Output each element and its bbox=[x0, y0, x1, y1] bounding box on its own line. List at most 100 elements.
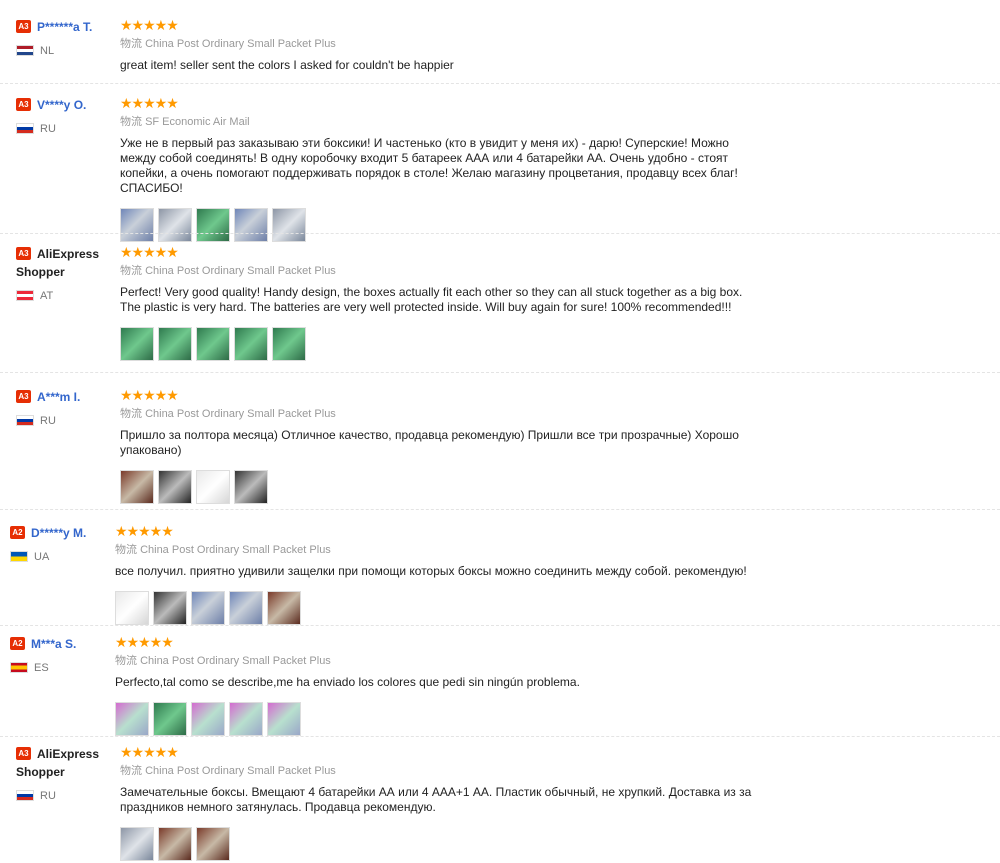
buyer-level-badge: A2 bbox=[10, 526, 25, 540]
country-code: UA bbox=[34, 551, 50, 563]
country-code: RU bbox=[40, 415, 56, 427]
review-photo-thumbnail[interactable] bbox=[191, 591, 225, 625]
shipping-label: 物流 bbox=[120, 116, 142, 128]
shipping-method: China Post Ordinary Small Packet Plus bbox=[145, 265, 336, 277]
review-photo-thumbnail[interactable] bbox=[272, 208, 306, 242]
review-item: A3 V****y O. RU ★★★★★ 物流 SF Economic Air … bbox=[0, 96, 1000, 242]
review-photo-thumbnail[interactable] bbox=[120, 827, 154, 861]
review-photo-thumbnail[interactable] bbox=[196, 827, 230, 861]
shipping-method: China Post Ordinary Small Packet Plus bbox=[145, 765, 336, 777]
review-item: A3 AliExpress Shopper RU ★★★★★ 物流 China P… bbox=[0, 745, 1000, 861]
country-code: RU bbox=[40, 790, 56, 802]
review-photo-thumbnail[interactable] bbox=[196, 327, 230, 361]
review-photo-thumbnail[interactable] bbox=[234, 208, 268, 242]
review-content: ★★★★★ 物流 China Post Ordinary Small Packe… bbox=[120, 388, 760, 506]
reviewer-name[interactable]: D*****y M. bbox=[31, 526, 86, 540]
reviewer-name[interactable]: M***a S. bbox=[31, 637, 76, 651]
review-photos bbox=[120, 470, 760, 506]
review-text: Пришло за полтора месяца) Отличное качес… bbox=[120, 428, 739, 457]
shipping-info: 物流 China Post Ordinary Small Packet Plus bbox=[120, 408, 760, 421]
at-flag-icon bbox=[16, 290, 34, 301]
shipping-label: 物流 bbox=[120, 408, 142, 420]
review-photo-thumbnail[interactable] bbox=[234, 470, 268, 504]
review-item: A3 AliExpress Shopper AT ★★★★★ 物流 China P… bbox=[0, 245, 1000, 373]
review-item: A3 A***m I. RU ★★★★★ 物流 China Post Ordina… bbox=[0, 388, 1000, 510]
review-content: ★★★★★ 物流 China Post Ordinary Small Packe… bbox=[120, 245, 760, 363]
review-item: A2 D*****y M. UA ★★★★★ 物流 China Post Ordi… bbox=[0, 524, 1000, 626]
ru-flag-icon bbox=[16, 790, 34, 801]
shipping-info: 物流 SF Economic Air Mail bbox=[120, 116, 760, 129]
reviewer-info: A3 V****y O. RU bbox=[16, 96, 112, 135]
review-text: Замечательные боксы. Вмещают 4 батарейки… bbox=[120, 785, 752, 814]
review-content: ★★★★★ 物流 China Post Ordinary Small Packe… bbox=[120, 745, 760, 863]
review-photo-thumbnail[interactable] bbox=[120, 208, 154, 242]
reviewer-info: A3 AliExpress Shopper RU bbox=[16, 745, 112, 802]
review-text: Perfect! Very good quality! Handy design… bbox=[120, 285, 743, 314]
review-content: ★★★★★ 物流 China Post Ordinary Small Packe… bbox=[115, 524, 755, 627]
review-photo-thumbnail[interactable] bbox=[153, 591, 187, 625]
review-item: A3 P******a T. NL ★★★★★ 物流 China Post Ord… bbox=[0, 17, 1000, 84]
review-photo-thumbnail[interactable] bbox=[153, 702, 187, 736]
rating-stars: ★★★★★ bbox=[120, 95, 179, 111]
review-photo-thumbnail[interactable] bbox=[196, 208, 230, 242]
review-photo-thumbnail[interactable] bbox=[158, 327, 192, 361]
shipping-info: 物流 China Post Ordinary Small Packet Plus bbox=[120, 38, 760, 51]
shipping-method: China Post Ordinary Small Packet Plus bbox=[140, 544, 331, 556]
review-photo-thumbnail[interactable] bbox=[120, 470, 154, 504]
rating-stars: ★★★★★ bbox=[120, 244, 179, 260]
reviewer-country: ES bbox=[10, 662, 106, 674]
review-photos bbox=[115, 591, 755, 627]
reviewer-info: A2 D*****y M. UA bbox=[10, 524, 106, 563]
shipping-info: 物流 China Post Ordinary Small Packet Plus bbox=[120, 265, 760, 278]
rating-stars: ★★★★★ bbox=[115, 634, 174, 650]
shipping-info: 物流 China Post Ordinary Small Packet Plus bbox=[115, 544, 755, 557]
review-photo-thumbnail[interactable] bbox=[115, 591, 149, 625]
rating-stars: ★★★★★ bbox=[120, 17, 179, 33]
shipping-label: 物流 bbox=[120, 765, 142, 777]
reviewer-name[interactable]: A***m I. bbox=[37, 390, 80, 404]
buyer-level-badge: A3 bbox=[16, 20, 31, 34]
shipping-label: 物流 bbox=[115, 544, 137, 556]
review-photo-thumbnail[interactable] bbox=[229, 591, 263, 625]
review-photo-thumbnail[interactable] bbox=[158, 470, 192, 504]
country-code: ES bbox=[34, 662, 49, 674]
review-photo-thumbnail[interactable] bbox=[115, 702, 149, 736]
reviewer-name[interactable]: P******a T. bbox=[37, 20, 92, 34]
reviewer-info: A3 P******a T. NL bbox=[16, 18, 112, 57]
review-content: ★★★★★ 物流 SF Economic Air Mail Уже не в п… bbox=[120, 96, 760, 244]
country-code: RU bbox=[40, 123, 56, 135]
review-photo-thumbnail[interactable] bbox=[267, 591, 301, 625]
review-photo-thumbnail[interactable] bbox=[158, 208, 192, 242]
nl-flag-icon bbox=[16, 45, 34, 56]
ru-flag-icon bbox=[16, 123, 34, 134]
review-photos bbox=[120, 208, 760, 244]
review-photos bbox=[115, 702, 755, 738]
review-photo-thumbnail[interactable] bbox=[234, 327, 268, 361]
review-photo-thumbnail[interactable] bbox=[158, 827, 192, 861]
shipping-info: 物流 China Post Ordinary Small Packet Plus bbox=[120, 765, 760, 778]
reviewer-country: RU bbox=[16, 790, 112, 802]
review-photo-thumbnail[interactable] bbox=[229, 702, 263, 736]
reviewer-country: UA bbox=[10, 551, 106, 563]
country-code: AT bbox=[40, 290, 54, 302]
rating-stars: ★★★★★ bbox=[115, 523, 174, 539]
review-photos bbox=[120, 827, 760, 863]
shipping-label: 物流 bbox=[120, 38, 142, 50]
shipping-method: China Post Ordinary Small Packet Plus bbox=[145, 38, 336, 50]
shipping-method: China Post Ordinary Small Packet Plus bbox=[145, 408, 336, 420]
review-photo-thumbnail[interactable] bbox=[120, 327, 154, 361]
rating-stars: ★★★★★ bbox=[120, 744, 179, 760]
buyer-level-badge: A3 bbox=[16, 247, 31, 261]
review-photo-thumbnail[interactable] bbox=[191, 702, 225, 736]
review-text: Perfecto,tal como se describe,me ha envi… bbox=[115, 675, 580, 689]
reviewer-info: A2 M***a S. ES bbox=[10, 635, 106, 674]
buyer-level-badge: A2 bbox=[10, 637, 25, 651]
reviewer-country: AT bbox=[16, 290, 112, 302]
es-flag-icon bbox=[10, 662, 28, 673]
reviewer-info: A3 AliExpress Shopper AT bbox=[16, 245, 112, 302]
review-photo-thumbnail[interactable] bbox=[272, 327, 306, 361]
review-photo-thumbnail[interactable] bbox=[196, 470, 230, 504]
review-photo-thumbnail[interactable] bbox=[267, 702, 301, 736]
reviewer-name[interactable]: V****y O. bbox=[37, 98, 86, 112]
review-item: A2 M***a S. ES ★★★★★ 物流 China Post Ordina… bbox=[0, 634, 1000, 737]
